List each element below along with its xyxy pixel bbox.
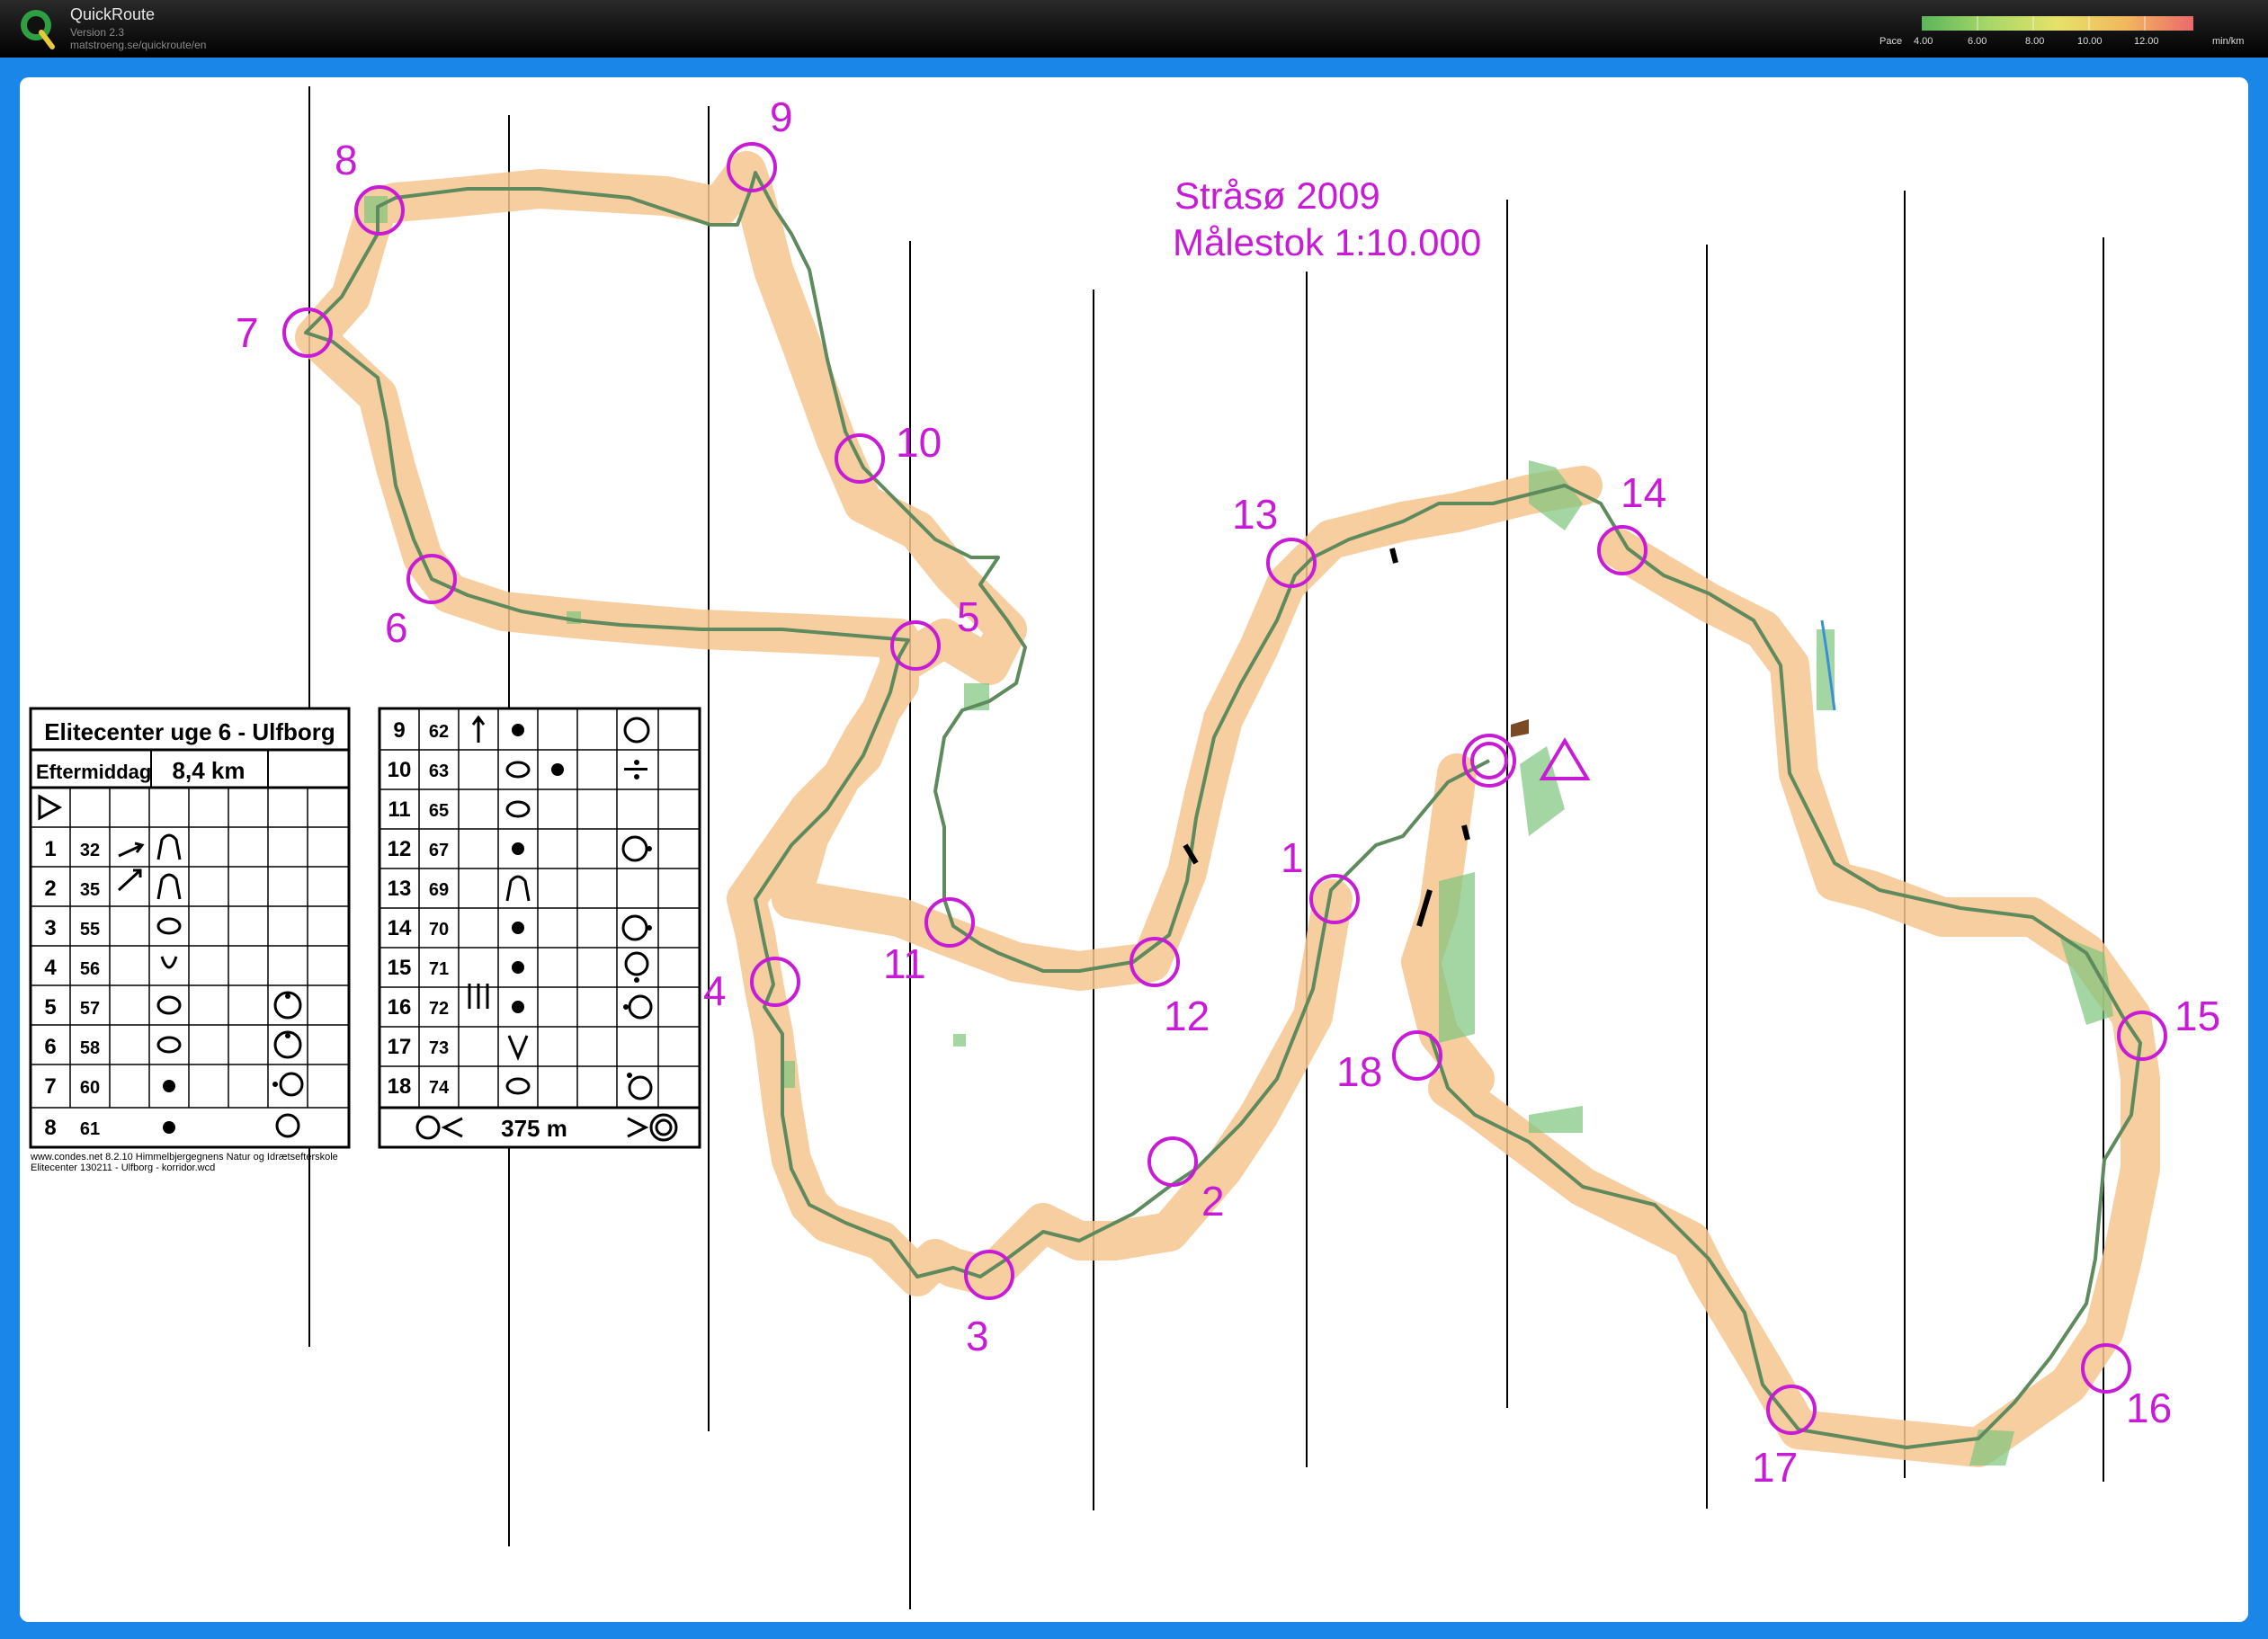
control-7-number: 7 [236, 309, 259, 356]
cd-row-number: 15 [388, 956, 412, 980]
cd-row-number: 13 [388, 877, 412, 901]
course-length: 8,4 km [173, 757, 246, 784]
cd-row-number: 18 [388, 1074, 412, 1099]
cd-row-code: 70 [429, 920, 449, 940]
cd-row-code: 69 [429, 880, 449, 900]
control-1-number: 1 [1281, 834, 1304, 881]
cd-row-number: 3 [44, 916, 56, 940]
control-11-number: 11 [883, 940, 926, 987]
control-5-number: 5 [957, 593, 980, 640]
control-8-number: 8 [335, 137, 358, 183]
pace-color-bar [1922, 16, 2193, 31]
cd-row-code: 65 [429, 801, 449, 821]
control-2-number: 2 [1201, 1178, 1225, 1225]
control-18-number: 18 [1336, 1048, 1382, 1095]
control-9-number: 9 [770, 94, 793, 140]
pace-tick: 10.00 [2077, 36, 2103, 47]
event-name: Elitecenter uge 6 - Ulfborg [44, 718, 335, 745]
cd-row-number: 11 [388, 797, 410, 822]
cd-row-code: 32 [80, 841, 100, 860]
app-version: Version 2.3 [70, 26, 125, 39]
control-14-number: 14 [1621, 469, 1666, 516]
control-13-number: 13 [1232, 491, 1278, 538]
orienteering-map[interactable]: 1 2 3 4 5 6 7 8 9 10 11 12 13 14 15 16 1… [20, 77, 2248, 1622]
title-bar: QuickRoute Version 2.3 matstroeng.se/qui… [0, 0, 2268, 58]
map-scale: Målestok 1:10.000 [1173, 221, 1481, 263]
cd-row-number: 10 [388, 758, 412, 782]
cd-row-code: 55 [80, 920, 100, 940]
cd-row-number: 6 [44, 1035, 56, 1059]
control-6-number: 6 [385, 604, 408, 651]
control-3-number: 3 [966, 1313, 989, 1359]
pace-unit: min/km [2212, 36, 2245, 47]
class-name: Eftermiddag [36, 761, 151, 783]
cd-row-number: 7 [44, 1074, 56, 1099]
cd-row-code: 62 [429, 722, 449, 742]
map-panel[interactable]: 1 2 3 4 5 6 7 8 9 10 11 12 13 14 15 16 1… [20, 77, 2248, 1622]
cd-row-code: 72 [429, 999, 449, 1019]
cd-row-number: 16 [388, 995, 412, 1020]
control-15-number: 15 [2174, 993, 2220, 1039]
cd-row-code: 35 [80, 880, 100, 900]
pace-legend: Pace 4.00 6.00 8.00 10.00 12.00 min/km [1871, 13, 2266, 52]
pace-tick: 8.00 [2025, 36, 2045, 47]
sheet-footer-1: www.condes.net 8.2.10 Himmelbjergegnens … [30, 1152, 338, 1162]
cd-row-code: 61 [80, 1119, 100, 1139]
cd-row-code: 57 [80, 999, 100, 1019]
cd-row-number: 12 [388, 837, 412, 861]
description-sheet-right: 9 62 10 63 11 65 12 67 13 69 14 70 15 71… [378, 707, 701, 1149]
cd-row-number: 1 [44, 837, 56, 861]
cd-row-number: 5 [44, 995, 56, 1020]
cd-row-code: 67 [429, 841, 449, 860]
control-10-number: 10 [896, 419, 942, 466]
control-16-number: 16 [2126, 1385, 2172, 1431]
sheet-footer-2: Elitecenter 130211 - Ulfborg - korridor.… [31, 1162, 215, 1173]
finish-distance: 375 m [501, 1115, 567, 1142]
pace-label: Pace [1880, 36, 1903, 47]
cd-row-number: 8 [44, 1116, 56, 1140]
cd-row-number: 14 [388, 916, 412, 940]
app-title: QuickRoute [70, 5, 156, 23]
cd-row-number: 4 [44, 956, 57, 980]
cd-row-code: 71 [429, 959, 449, 979]
cd-row-code: 74 [429, 1078, 450, 1098]
cd-row-code: 63 [429, 762, 449, 781]
pace-tick: 12.00 [2134, 36, 2159, 47]
cd-row-code: 58 [80, 1038, 100, 1058]
cd-row-code: 60 [80, 1078, 100, 1098]
cd-row-number: 17 [388, 1035, 412, 1059]
control-17-number: 17 [1752, 1444, 1798, 1491]
control-12-number: 12 [1164, 993, 1210, 1039]
cd-row-code: 73 [429, 1038, 449, 1058]
control-4-number: 4 [703, 967, 727, 1014]
cd-row-code: 56 [80, 959, 100, 979]
app-url: matstroeng.se/quickroute/en [70, 39, 207, 51]
map-title: Stråsø 2009 [1174, 174, 1380, 217]
pace-tick: 4.00 [1914, 36, 1933, 47]
quickroute-logo-icon [21, 10, 55, 49]
description-sheet-left: Elitecenter uge 6 - Ulfborg Eftermiddag … [29, 707, 351, 1173]
pace-tick: 6.00 [1968, 36, 1987, 47]
cd-row-number: 9 [393, 718, 405, 743]
cd-row-number: 2 [44, 877, 56, 901]
